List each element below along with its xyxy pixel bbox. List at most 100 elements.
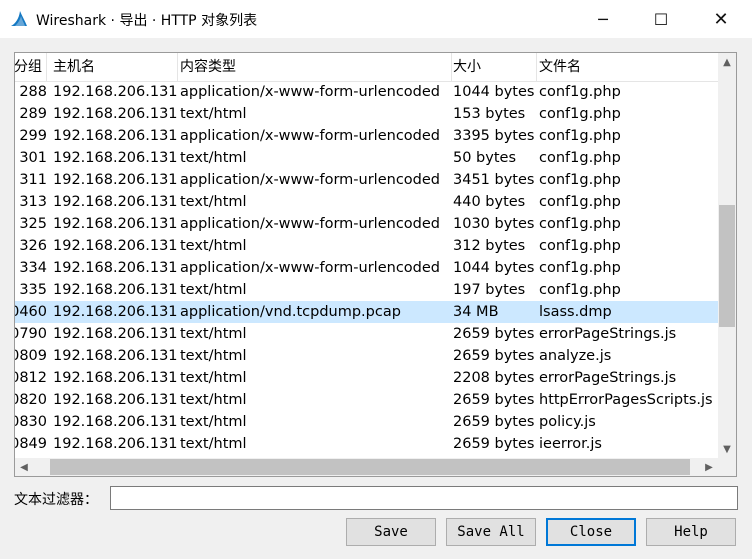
cell-size: 1044 bytes [453, 260, 535, 276]
http-objects-table[interactable]: 分组 主机名 内容类型 大小 文件名 288 192.168.206.131 app… [14, 52, 737, 477]
cell-size: 197 bytes [453, 282, 526, 298]
horizontal-scrollbar[interactable]: ◀ ▶ [15, 458, 718, 476]
table-body: 288 192.168.206.131 application/x-www-form… [15, 81, 718, 455]
cell-hostname: 192.168.206.131 [53, 326, 177, 342]
cell-packet-number: 0460 [15, 304, 47, 320]
minimize-button[interactable]: ─ [574, 0, 632, 38]
table-row[interactable]: 335 192.168.206.131 text/html 197 bytes conf… [15, 279, 718, 301]
cell-size: 2659 bytes [453, 326, 535, 342]
save-all-button[interactable]: Save All [446, 518, 536, 546]
cell-size: 2208 bytes [453, 370, 535, 386]
cell-hostname: 192.168.206.131 [53, 216, 177, 232]
cell-packet-number: 313 [19, 194, 47, 210]
cell-packet-number: 301 [19, 150, 47, 166]
text-filter-input[interactable] [110, 486, 738, 510]
cell-size: 2659 bytes [453, 436, 535, 452]
cell-size: 440 bytes [453, 194, 526, 210]
cell-packet-number: 334 [19, 260, 47, 276]
cell-filename: conf1g.php [539, 238, 621, 254]
cell-hostname: 192.168.206.131 [53, 414, 177, 430]
table-row[interactable]: 0460 192.168.206.131application/vnd.tcpdu… [15, 301, 718, 323]
cell-hostname: 192.168.206.131 [53, 150, 177, 166]
cell-content-type: text/html [180, 370, 247, 386]
scroll-left-icon[interactable]: ◀ [15, 458, 33, 476]
cell-content-type: text/html [180, 238, 247, 254]
cell-hostname: 192.168.206.131 [53, 84, 177, 100]
cell-filename: conf1g.php [539, 128, 621, 144]
column-header-size[interactable]: 大小 [449, 53, 537, 81]
cell-filename: conf1g.php [539, 106, 621, 122]
cell-size: 34 MB [453, 304, 499, 320]
cell-packet-number: 325 [19, 216, 47, 232]
text-filter-label: 文本过滤器： [14, 492, 98, 508]
cell-packet-number: 0820 [15, 392, 47, 408]
table-row[interactable]: 289 192.168.206.131 text/html 153 bytes conf… [15, 103, 718, 125]
table-row[interactable]: 325 192.168.206.131 application/x-www-form… [15, 213, 718, 235]
cell-filename: analyze.js [539, 348, 612, 364]
table-row[interactable]: 299 192.168.206.131 application/x-www-form… [15, 125, 718, 147]
scroll-up-icon[interactable]: ▲ [718, 53, 736, 71]
table-row[interactable]: 0820 192.168.206.131text/html 2659 bytesht… [15, 389, 718, 411]
scroll-down-icon[interactable]: ▼ [718, 440, 736, 458]
cell-filename: conf1g.php [539, 194, 621, 210]
cell-packet-number: 326 [19, 238, 47, 254]
cell-filename: lsass.dmp [539, 304, 612, 320]
cell-filename: httpErrorPagesScripts.js [539, 392, 713, 408]
cell-filename: conf1g.php [539, 84, 621, 100]
cell-content-type: application/vnd.tcpdump.pcap [180, 304, 401, 320]
cell-size: 312 bytes [453, 238, 526, 254]
table-row[interactable]: 326 192.168.206.131 text/html 312 bytes conf… [15, 235, 718, 257]
table-row[interactable]: 313 192.168.206.131 text/html 440 bytes conf… [15, 191, 718, 213]
column-header-filename[interactable]: 文件名 [535, 53, 718, 81]
cell-size: 2659 bytes [453, 392, 535, 408]
cell-content-type: text/html [180, 150, 247, 166]
title-bar: Wireshark · 导出 · HTTP 对象列表 ─ ☐ ✕ [0, 0, 752, 38]
table-row[interactable]: 301 192.168.206.131 text/html 50 bytes conf1… [15, 147, 718, 169]
cell-filename: conf1g.php [539, 150, 621, 166]
cell-hostname: 192.168.206.131 [53, 106, 177, 122]
cell-hostname: 192.168.206.131 [53, 172, 177, 188]
cell-size: 153 bytes [453, 106, 526, 122]
cell-filename: conf1g.php [539, 172, 621, 188]
cell-packet-number: 0812 [15, 370, 47, 386]
cell-hostname: 192.168.206.131 [53, 392, 177, 408]
cell-hostname: 192.168.206.131 [53, 282, 177, 298]
cell-filename: ieerror.js [539, 436, 602, 452]
column-header-hostname[interactable]: 主机名 [49, 53, 178, 81]
table-row[interactable]: 0849 192.168.206.131text/html 2659 bytesie… [15, 433, 718, 455]
cell-content-type: application/x-www-form-urlencoded [180, 128, 440, 144]
cell-size: 50 bytes [453, 150, 517, 166]
close-button[interactable]: Close [546, 518, 636, 546]
cell-size: 2659 bytes [453, 414, 535, 430]
table-row[interactable]: 311 192.168.206.131 application/x-www-form… [15, 169, 718, 191]
cell-hostname: 192.168.206.131 [53, 260, 177, 276]
cell-packet-number: 299 [19, 128, 47, 144]
cell-content-type: text/html [180, 282, 247, 298]
help-button[interactable]: Help [646, 518, 736, 546]
scroll-right-icon[interactable]: ▶ [700, 458, 718, 476]
cell-hostname: 192.168.206.131 [53, 436, 177, 452]
cell-hostname: 192.168.206.131 [53, 370, 177, 386]
table-row[interactable]: 0809 192.168.206.131text/html 2659 bytesan… [15, 345, 718, 367]
close-window-button[interactable]: ✕ [692, 0, 750, 38]
table-header: 分组 主机名 内容类型 大小 文件名 [15, 53, 718, 82]
cell-packet-number: 0790 [15, 326, 47, 342]
table-row[interactable]: 0812 192.168.206.131text/html 2208 byteser… [15, 367, 718, 389]
cell-hostname: 192.168.206.131 [53, 238, 177, 254]
column-header-packet[interactable]: 分组 [15, 53, 47, 81]
vertical-scroll-thumb[interactable] [719, 205, 735, 327]
table-row[interactable]: 0830 192.168.206.131text/html 2659 bytespo… [15, 411, 718, 433]
vertical-scrollbar[interactable]: ▲ ▼ [718, 53, 736, 458]
table-row[interactable]: 0790 192.168.206.131text/html 2659 byteser… [15, 323, 718, 345]
horizontal-scroll-thumb[interactable] [50, 459, 690, 475]
maximize-button[interactable]: ☐ [632, 0, 690, 38]
table-row[interactable]: 334 192.168.206.131 application/x-www-form… [15, 257, 718, 279]
column-header-content-type[interactable]: 内容类型 [176, 53, 452, 81]
cell-filename: policy.js [539, 414, 596, 430]
cell-packet-number: 289 [19, 106, 47, 122]
cell-content-type: text/html [180, 106, 247, 122]
save-button[interactable]: Save [346, 518, 436, 546]
cell-packet-number: 288 [19, 84, 47, 100]
table-row[interactable]: 288 192.168.206.131 application/x-www-form… [15, 81, 718, 103]
cell-size: 1030 bytes [453, 216, 535, 232]
